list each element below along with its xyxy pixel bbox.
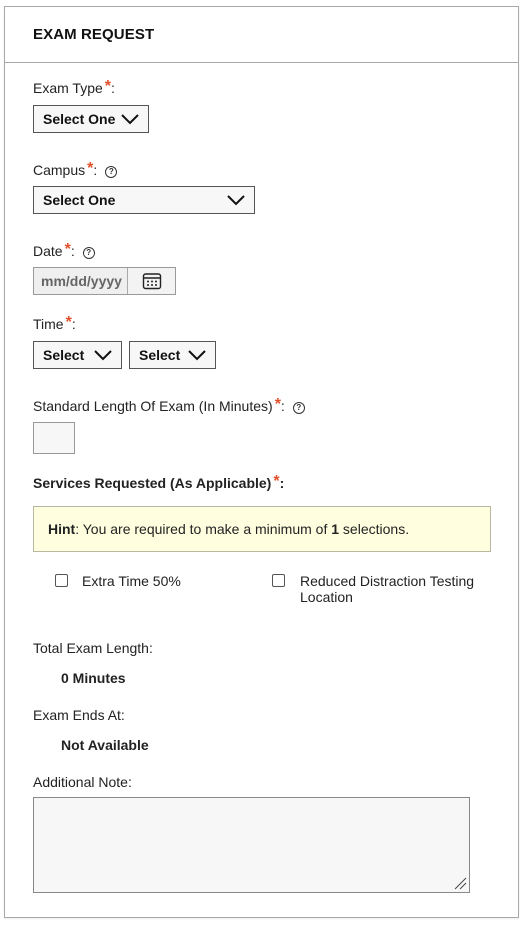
calendar-button[interactable] [128,268,175,294]
campus-label-text: Campus [33,162,86,178]
services-label-text: Services Requested (As Applicable) [33,475,272,491]
reduced-distraction-label-line2: Location [300,589,353,605]
panel-header: EXAM REQUEST [5,7,518,63]
exam-type-select[interactable]: Select One [33,105,149,133]
required-mark: * [87,160,94,177]
hint-text: : You are required to make a minimum of [75,521,332,537]
time-minute-select[interactable]: Select [129,341,216,369]
standard-length-label-text: Standard Length Of Exam (In Minutes) [33,398,273,414]
hint-prefix: Hint [48,521,76,537]
reduced-distraction-checkbox[interactable] [272,574,285,587]
label-colon: : [111,80,115,96]
resize-grip-icon[interactable] [453,876,467,890]
campus-label: Campus *:? [33,160,118,180]
extra-time-label[interactable]: Extra Time 50% [82,573,181,589]
exam-ends-at-value: Not Available [61,737,149,753]
time-minute-selected-value: Select [139,347,181,363]
reduced-distraction-label[interactable]: Reduced Distraction Testing Location [300,573,474,605]
date-field: mm/dd/yyyy [33,267,176,295]
help-icon[interactable]: ? [82,247,95,259]
label-colon: : [93,162,98,178]
chevron-down-icon [94,350,112,361]
help-icon[interactable]: ? [105,166,118,178]
additional-note-textarea[interactable] [33,797,470,893]
exam-type-label-text: Exam Type [33,80,103,96]
required-mark: * [274,396,281,413]
chevron-down-icon [121,114,139,125]
date-label-text: Date [33,243,63,259]
time-hour-selected-value: Select [43,347,85,363]
total-exam-length-label: Total Exam Length: [33,640,153,656]
calendar-icon [142,273,161,290]
campus-select[interactable]: Select One [33,186,255,214]
hint-count: 1 [331,521,340,537]
extra-time-checkbox[interactable] [55,574,68,587]
campus-selected-value: Select One [43,192,116,208]
required-mark: * [65,314,72,331]
date-input[interactable]: mm/dd/yyyy [34,268,128,294]
exam-type-label: Exam Type *: [33,78,115,98]
exam-ends-at-label: Exam Ends At: [33,707,125,723]
hint-text-end: selections. [339,521,410,537]
total-exam-length-value: 0 Minutes [61,670,126,686]
exam-type-selected-value: Select One [43,111,116,127]
label-colon: : [279,475,285,491]
time-hour-select[interactable]: Select [33,341,122,369]
standard-length-label: Standard Length Of Exam (In Minutes) *:? [33,396,305,416]
chevron-down-icon [227,195,245,206]
date-label: Date *:? [33,241,95,261]
hint-box: Hint: You are required to make a minimum… [33,506,491,552]
page-title: EXAM REQUEST [33,26,155,43]
services-label: Services Requested (As Applicable) *: [33,473,285,493]
additional-note-label: Additional Note: [33,774,132,790]
label-colon: : [71,316,76,332]
reduced-distraction-label-line1: Reduced Distraction Testing [300,573,475,589]
label-colon: : [70,243,75,259]
time-label: Time *: [33,314,76,334]
standard-length-input[interactable] [33,422,75,454]
required-mark: * [104,78,112,95]
chevron-down-icon [188,350,206,361]
required-mark: * [273,473,280,490]
time-label-text: Time [33,316,64,332]
help-icon[interactable]: ? [292,402,305,414]
required-mark: * [64,241,71,258]
label-colon: : [280,398,285,414]
